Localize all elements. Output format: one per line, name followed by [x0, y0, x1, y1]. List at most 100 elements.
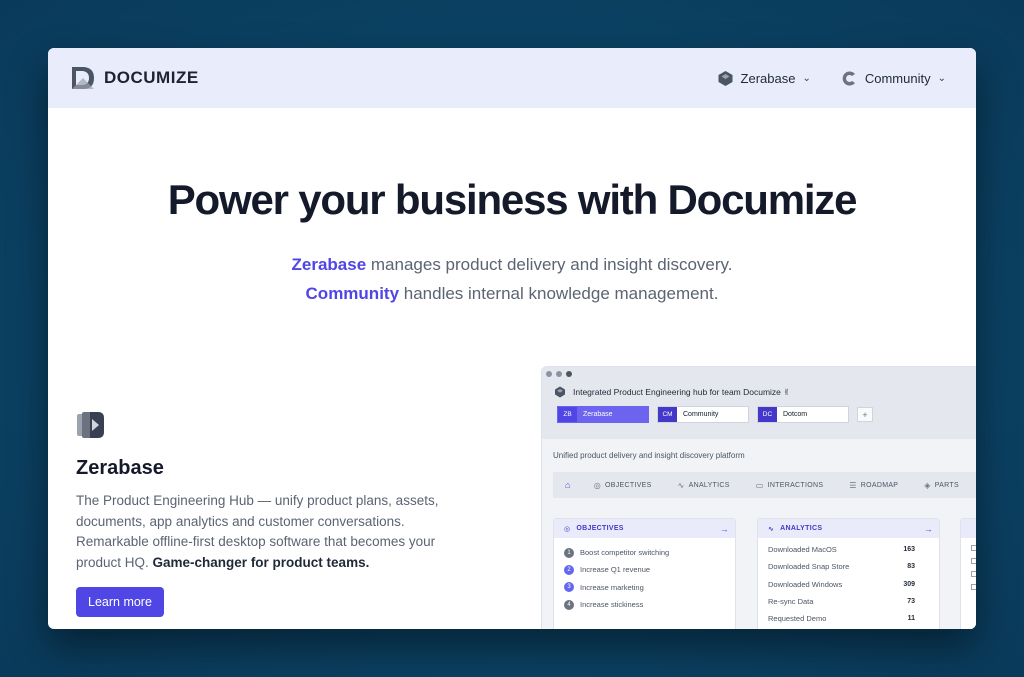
hero-subtitle: Zerabase manages product delivery and in…	[48, 250, 976, 308]
arrow-right-icon[interactable]: →	[924, 524, 933, 534]
pulse-icon: ∿	[677, 480, 685, 490]
hero: Power your business with Documize Zeraba…	[48, 108, 976, 308]
target-icon: ◎	[593, 480, 602, 490]
analytics-card-header[interactable]: ∿ ANALYTICS →	[758, 519, 939, 538]
section-nav: ⌂ ◎ OBJECTIVES ∿ ANALYTICS ▭ INTERACTIONS ☰…	[553, 472, 976, 498]
hero-line1-text: manages product delivery and insight dis…	[366, 255, 733, 274]
metric-value: 11	[907, 615, 915, 623]
target-icon: ◎	[564, 525, 571, 533]
list-item[interactable]: Downloaded Windows 309	[768, 576, 929, 593]
arrow-right-icon[interactable]: →	[720, 524, 729, 534]
tab-community[interactable]: CM Community	[657, 406, 749, 423]
browser-window: DOCUMIZE Zerabase ⌄ Community ⌄ Power yo…	[48, 48, 976, 629]
app-description: Unified product delivery and insight dis…	[553, 451, 745, 460]
checkbox-icon	[971, 545, 976, 551]
metric-label: Re-sync Data	[768, 597, 814, 607]
feature-emphasis: Game-changer for product teams.	[152, 554, 370, 570]
card-title: OBJECTIVES	[576, 525, 624, 532]
item-number: 2	[564, 564, 574, 575]
list-item[interactable]: Requested Demo 11	[768, 610, 929, 627]
section-interactions[interactable]: ▭ INTERACTIONS	[743, 481, 837, 490]
add-tab-button[interactable]: +	[857, 407, 873, 422]
list-item[interactable]: 1 Boost competitor switching	[564, 544, 725, 561]
nav-zerabase[interactable]: Zerabase ⌄	[717, 70, 811, 87]
zerabase-feature: Zerabase The Product Engineering Hub — u…	[76, 410, 456, 617]
pulse-icon: ∿	[768, 525, 775, 533]
item-label: Increase stickiness	[580, 600, 644, 610]
nav-community-label: Community	[864, 70, 931, 86]
item-number: 1	[564, 547, 574, 558]
list-item[interactable]: 4 Increase stickiness	[564, 596, 725, 613]
item-number: 3	[564, 582, 574, 593]
metric-value: 309	[903, 580, 915, 588]
chevron-down-icon: ⌄	[937, 72, 946, 84]
section-label: ROADMAP	[860, 481, 899, 489]
app-titlebar: Integrated Product Engineering hub for t…	[542, 367, 976, 439]
brand-name: DOCUMIZE	[104, 68, 199, 87]
objectives-card-header[interactable]: ◎ OBJECTIVES →	[554, 519, 735, 538]
metric-value: 83	[907, 563, 915, 571]
checkbox-icon	[971, 584, 976, 590]
section-label: PARTS	[934, 481, 959, 489]
hero-product-link-community[interactable]: Community	[306, 284, 400, 303]
list-item[interactable]: Downloaded MacOS 163	[768, 541, 929, 558]
tab-zerabase[interactable]: ZB Zerabase	[557, 406, 649, 423]
interactions-card	[960, 518, 976, 629]
zerabase-icon	[718, 70, 733, 86]
objectives-list: 1 Boost competitor switching 2 Increase Q1…	[554, 538, 735, 619]
app-preview: Integrated Product Engineering hub for t…	[541, 366, 976, 629]
top-nav: Zerabase ⌄ Community ⌄	[717, 70, 946, 87]
section-label: OBJECTIVES	[605, 481, 652, 489]
window-dot[interactable]	[556, 371, 562, 377]
hero-title: Power your business with Documize	[167, 176, 858, 223]
item-label: Increase marketing	[580, 582, 644, 592]
interactions-card-header[interactable]	[961, 519, 976, 538]
hero-line2-text: handles internal knowledge management.	[399, 284, 719, 303]
window-controls	[546, 371, 572, 377]
list-item[interactable]: 3 Increase marketing	[564, 579, 725, 596]
metric-label: Downloaded Windows	[768, 579, 843, 589]
feature-description: The Product Engineering Hub — unify prod…	[76, 491, 456, 573]
metric-value: 73	[907, 598, 915, 606]
list-item[interactable]: Downloaded Snap Store 83	[768, 558, 929, 575]
window-dot[interactable]	[566, 371, 572, 377]
metric-value: 163	[903, 546, 915, 554]
metric-label: Downloaded Snap Store	[768, 562, 850, 572]
chevron-down-icon: ⌄	[802, 72, 811, 84]
item-label: Boost competitor switching	[580, 548, 670, 558]
list-item[interactable]: Re-sync Data 73	[768, 593, 929, 610]
app-title: Integrated Product Engineering hub for t…	[554, 386, 790, 398]
section-objectives[interactable]: ◎ OBJECTIVES	[581, 481, 665, 490]
nav-community[interactable]: Community ⌄	[841, 70, 946, 87]
community-icon	[842, 71, 855, 85]
zerabase-play-icon	[77, 412, 104, 438]
section-label: INTERACTIONS	[767, 481, 824, 489]
tab-dotcom[interactable]: DC Dotcom	[757, 406, 849, 423]
workspace-tabs: ZB Zerabase CM Community DC Dotcom +	[557, 406, 873, 423]
app-title-text: Integrated Product Engineering hub for t…	[573, 386, 791, 397]
metric-label: Downloaded MacOS	[768, 545, 837, 555]
metric-label: Requested Demo	[768, 614, 827, 624]
documize-logo-icon	[72, 67, 94, 89]
card-title: ANALYTICS	[780, 525, 823, 532]
home-icon[interactable]: ⌂	[553, 480, 581, 490]
roadmap-icon: ☰	[849, 480, 857, 490]
tab-label: Community	[683, 411, 719, 418]
section-parts[interactable]: ◈ PARTS	[911, 481, 972, 490]
site-header: DOCUMIZE Zerabase ⌄ Community ⌄	[48, 48, 976, 108]
nav-zerabase-label: Zerabase	[740, 70, 796, 86]
checkbox-icon	[971, 558, 976, 564]
feature-title: Zerabase	[76, 457, 164, 479]
analytics-list: Downloaded MacOS 163 Downloaded Snap Stor…	[758, 538, 939, 629]
list-item[interactable]: 2 Increase Q1 revenue	[564, 561, 725, 578]
section-analytics[interactable]: ∿ ANALYTICS	[665, 481, 743, 490]
window-dot[interactable]	[546, 371, 552, 377]
hero-product-link-zerabase[interactable]: Zerabase	[292, 255, 367, 274]
section-roadmap[interactable]: ☰ ROADMAP	[836, 481, 911, 490]
learn-more-button[interactable]: Learn more	[76, 587, 164, 617]
zerabase-icon	[555, 386, 565, 398]
brand[interactable]: DOCUMIZE	[70, 64, 199, 92]
stack-icon: ◈	[924, 480, 931, 490]
item-number: 4	[564, 599, 574, 610]
chat-icon: ▭	[755, 480, 764, 490]
